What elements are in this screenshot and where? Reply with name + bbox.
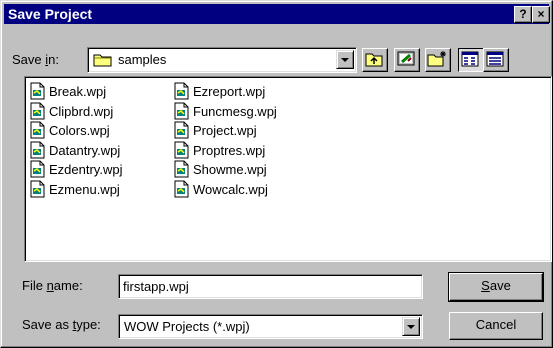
- project-file-icon: [29, 180, 47, 201]
- close-button[interactable]: ×: [532, 6, 550, 23]
- project-file-icon: [173, 102, 191, 123]
- file-name-text: Project.wpj: [193, 123, 257, 138]
- window-title: Save Project: [8, 6, 93, 22]
- file-name-text: Break.wpj: [49, 84, 107, 99]
- project-file-icon: [29, 82, 47, 103]
- file-name-text: Datantry.wpj: [49, 142, 121, 158]
- folder-up-icon: [365, 53, 383, 67]
- file-name-text: Ezmenu.wpj: [49, 181, 120, 197]
- project-file-icon: [173, 141, 191, 162]
- cancel-button[interactable]: Cancel: [449, 312, 543, 340]
- project-file-icon: [173, 180, 191, 201]
- file-name-text: Clipbrd.wpj: [49, 103, 114, 119]
- save-in-value: samples: [118, 52, 167, 67]
- save-in-dropdown-arrow[interactable]: [336, 50, 354, 69]
- folder-icon: [93, 52, 113, 71]
- project-file-icon: [173, 82, 191, 103]
- file-name-input[interactable]: firstapp.wpj: [118, 274, 423, 299]
- file-name-label: File name:: [22, 278, 83, 293]
- details-view-icon: [486, 51, 504, 67]
- project-file-icon: [29, 121, 47, 142]
- file-name-text: Colors.wpj: [49, 123, 110, 138]
- save-as-type-label: Save as type:: [22, 317, 101, 332]
- file-name-text: Funcmesg.wpj: [193, 103, 277, 119]
- new-folder-button[interactable]: [425, 48, 451, 72]
- desktop-icon: [397, 51, 415, 66]
- file-name-text: Ezdentry.wpj: [49, 162, 123, 177]
- file-list[interactable]: Break.wpj Clipbrd.wpj Colors.wpj Datantry.w…: [24, 76, 552, 262]
- save-as-type-dropdown-arrow[interactable]: [402, 317, 420, 336]
- project-file-icon: [29, 160, 47, 181]
- details-view-button[interactable]: [483, 48, 509, 72]
- save-button[interactable]: Save: [448, 272, 544, 302]
- save-in-dropdown[interactable]: samples: [87, 47, 357, 73]
- project-file-icon: [173, 121, 191, 142]
- title-bar: Save Project ? ×: [4, 4, 550, 24]
- save-as-type-dropdown[interactable]: WOW Projects (*.wpj): [118, 314, 423, 339]
- file-name-text: Showme.wpj: [193, 162, 267, 177]
- list-view-button[interactable]: [458, 48, 484, 72]
- save-as-type-value: WOW Projects (*.wpj): [124, 319, 250, 334]
- save-project-dialog: Save Project ? × Save in: samples Break.…: [0, 0, 553, 348]
- project-file-icon: [173, 160, 191, 181]
- file-name-value: firstapp.wpj: [123, 279, 189, 294]
- new-folder-icon: [427, 51, 446, 67]
- project-file-icon: [29, 141, 47, 162]
- help-button[interactable]: ?: [514, 6, 532, 23]
- project-file-icon: [29, 102, 47, 123]
- file-name-text: Proptres.wpj: [193, 142, 266, 158]
- list-view-icon: [461, 51, 479, 67]
- file-name-text: Ezreport.wpj: [193, 84, 266, 99]
- file-name-text: Wowcalc.wpj: [193, 181, 268, 197]
- up-one-level-button[interactable]: [362, 48, 388, 72]
- save-in-label: Save in:: [12, 52, 59, 67]
- desktop-button[interactable]: [394, 48, 420, 72]
